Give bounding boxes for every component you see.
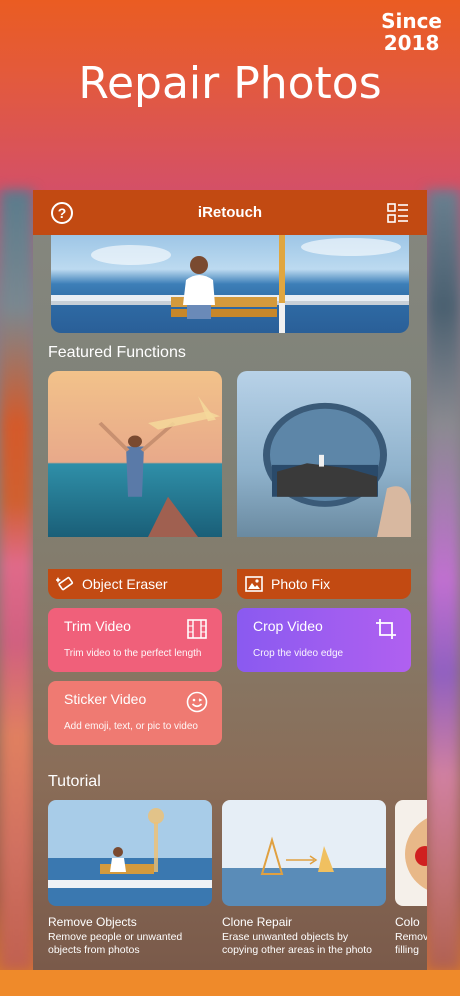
since-label: Since (381, 9, 442, 33)
promo-header: Since 2018 Repair Photos (0, 0, 460, 190)
tutorial-desc: Remove people or unwanted objects from p… (48, 931, 183, 956)
photo-fix-card[interactable]: Photo Fix (237, 371, 411, 599)
app-screen: ? iRetouch Featured Functions Object Era… (33, 190, 427, 970)
tutorial-item-clone-repair[interactable]: Clone Repair Erase unwanted objects by c… (222, 800, 386, 970)
tutorial-item-color[interactable]: Colo Remov filling (395, 800, 427, 970)
object-eraser-card[interactable]: Object Eraser (48, 371, 222, 599)
sticker-video-tile[interactable]: Sticker Video Add emoji, text, or pic to… (48, 681, 222, 745)
photo-fix-image (237, 371, 411, 537)
photo-icon (245, 576, 263, 592)
film-strip-icon (187, 619, 207, 639)
bottom-strip (0, 970, 460, 996)
tutorial-desc: Erase unwanted objects by copying other … (222, 931, 373, 956)
eraser-wand-icon (56, 576, 74, 591)
tutorial-desc: Remov filling (395, 931, 427, 956)
crop-video-desc: Crop the video edge (253, 648, 344, 659)
crop-video-label: Crop Video (253, 618, 323, 634)
smiley-icon (186, 691, 208, 713)
since-year: 2018 (383, 31, 440, 55)
object-eraser-image (48, 371, 222, 537)
tutorial-item-remove-objects[interactable]: Remove Objects Remove people or unwanted… (48, 800, 212, 970)
trim-video-desc: Trim video to the perfect length (64, 648, 202, 659)
featured-heading: Featured Functions (48, 344, 186, 361)
list-grid-icon[interactable] (387, 203, 409, 223)
object-eraser-label: Object Eraser (82, 576, 168, 592)
sticker-video-desc: Add emoji, text, or pic to video (64, 721, 198, 732)
tutorial-title: Colo (395, 915, 420, 929)
photo-fix-footer: Photo Fix (237, 569, 411, 599)
help-icon[interactable]: ? (51, 202, 73, 224)
tutorial-title: Clone Repair (222, 915, 293, 929)
app-top-bar: ? iRetouch (33, 190, 427, 235)
color-thumb (395, 800, 427, 906)
crop-video-tile[interactable]: Crop Video Crop the video edge (237, 608, 411, 672)
promo-headline: Repair Photos (78, 58, 382, 109)
trim-video-tile[interactable]: Trim Video Trim video to the perfect len… (48, 608, 222, 672)
photo-fix-label: Photo Fix (271, 576, 331, 592)
trim-video-label: Trim Video (64, 618, 131, 634)
sticker-video-label: Sticker Video (64, 691, 147, 707)
tutorial-title: Remove Objects (48, 915, 137, 929)
tutorial-heading: Tutorial (48, 773, 101, 790)
object-eraser-footer: Object Eraser (48, 569, 222, 599)
hero-banner-image[interactable] (51, 235, 409, 333)
remove-objects-thumb (48, 800, 212, 906)
blurred-right-panel (427, 190, 460, 970)
app-title: iRetouch (197, 204, 263, 221)
clone-repair-thumb (222, 800, 386, 906)
crop-icon (376, 619, 396, 639)
since-badge: Since 2018 (381, 10, 442, 54)
beach-bench-illustration (51, 235, 409, 333)
blurred-left-panel (0, 190, 33, 970)
